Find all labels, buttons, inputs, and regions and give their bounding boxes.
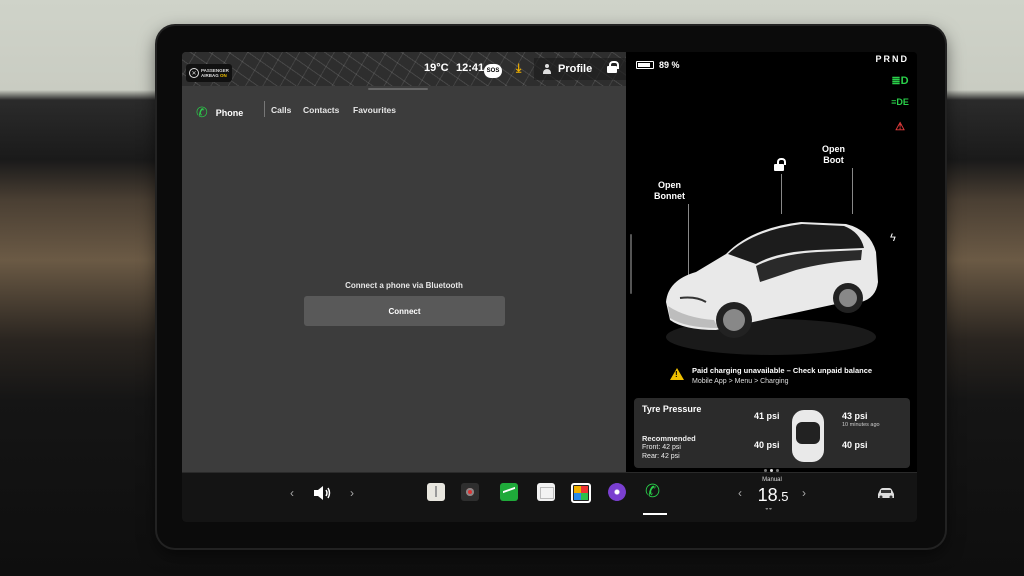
unlock-icon[interactable]: [774, 158, 786, 171]
volume-down-chevron[interactable]: ‹: [290, 486, 294, 500]
phone-app-icon[interactable]: ✆: [645, 481, 660, 502]
panel-drag-handle[interactable]: [368, 88, 428, 90]
manual-app-icon[interactable]: [427, 483, 445, 501]
sos-badge[interactable]: SOS: [484, 64, 502, 78]
charge-port-icon[interactable]: ϟ: [890, 232, 896, 244]
battery-icon: [636, 61, 654, 69]
warning-icon: [670, 368, 684, 380]
battery-percent: 89 %: [659, 60, 680, 70]
gear-selector: PRND: [875, 54, 909, 64]
tab-favourites[interactable]: Favourites: [353, 105, 396, 115]
volume-icon[interactable]: [312, 485, 332, 501]
connect-button[interactable]: Connect: [304, 296, 505, 326]
top-view-car-icon: [792, 410, 824, 462]
passenger-airbag-indicator: ✕ PASSENGER AIRBAG ON: [186, 64, 232, 82]
tab-contacts[interactable]: Contacts: [303, 105, 339, 115]
battery-indicator: 89 %: [636, 60, 680, 70]
phone-title: Phone: [215, 107, 244, 118]
fan-icon: ◒◒: [765, 506, 773, 512]
touchscreen: ✕ PASSENGER AIRBAG ON 19°C 12:41 SOS ⤓ P…: [182, 52, 917, 522]
car-controls-icon[interactable]: [876, 487, 896, 499]
charging-warning[interactable]: Paid charging unavailable – Check unpaid…: [670, 366, 872, 385]
panel-scrollbar[interactable]: [630, 234, 632, 294]
cabin-temperature[interactable]: 18.5: [753, 485, 793, 506]
climate-mode: Manual: [762, 477, 782, 483]
page-dots: [764, 469, 779, 472]
parking-light-icon: ≡DE: [891, 97, 909, 107]
temp-up-chevron[interactable]: ›: [802, 486, 806, 500]
person-icon: [542, 64, 552, 74]
tabs-divider: [264, 101, 265, 117]
seatbelt-warning-icon: ⚠: [895, 121, 905, 133]
software-update-icon[interactable]: ⤓: [516, 61, 528, 75]
calendar-app-icon[interactable]: [537, 483, 555, 501]
temp-down-chevron[interactable]: ‹: [738, 486, 742, 500]
tyre-front-left: 41 psi: [754, 411, 780, 421]
lock-icon[interactable]: [607, 61, 619, 73]
phone-app-panel: ✕ PASSENGER AIRBAG ON 19°C 12:41 SOS ⤓ P…: [182, 52, 626, 472]
tyre-pressure-title: Tyre Pressure: [642, 404, 702, 414]
vehicle-render: [666, 222, 878, 355]
volume-up-chevron[interactable]: ›: [350, 486, 354, 500]
tyre-pressure-card[interactable]: Tyre Pressure Recommended Front: 42 psi …: [634, 398, 910, 468]
arcade-app-icon[interactable]: [571, 483, 591, 503]
bluetooth-prompt: Connect a phone via Bluetooth: [345, 281, 463, 290]
outside-temperature: 19°C: [424, 62, 449, 74]
phone-icon: ✆: [196, 104, 208, 120]
tyre-rear-left: 40 psi: [754, 440, 780, 450]
airbag-state: ON: [220, 73, 227, 78]
warning-title: Paid charging unavailable – Check unpaid…: [692, 366, 873, 375]
recommended-pressure: Recommended Front: 42 psi Rear: 42 psi: [642, 434, 696, 460]
active-app-indicator: [643, 513, 667, 515]
bottom-dock: ‹ › ✆ ‹ Manual 18.5 ◒◒ ›: [182, 469, 917, 522]
camera-app-icon[interactable]: [461, 483, 479, 501]
headlight-icon: ≣D: [891, 75, 909, 87]
open-boot-button[interactable]: Open Boot: [822, 144, 845, 166]
open-bonnet-button[interactable]: Open Bonnet: [654, 180, 685, 202]
tyre-front-right: 43 psi: [842, 411, 868, 421]
tyre-rear-right: 40 psi: [842, 440, 868, 450]
clock: 12:41: [456, 62, 485, 74]
airbag-icon: ✕: [189, 68, 199, 78]
phone-header: ✆ Phone: [196, 104, 243, 121]
tyre-updated-time: 10 minutes ago: [842, 422, 880, 428]
profile-label: Profile: [558, 63, 593, 75]
vehicle-panel: 89 % PRND ≣D ≡DE ⚠ Open Bonnet Open Boot…: [626, 52, 917, 472]
tab-calls[interactable]: Calls: [271, 105, 291, 115]
airbag-line2: AIRBAG: [201, 73, 219, 78]
music-app-icon[interactable]: [608, 483, 626, 501]
warning-path: Mobile App > Menu > Charging: [692, 378, 789, 385]
energy-app-icon[interactable]: [500, 483, 518, 501]
